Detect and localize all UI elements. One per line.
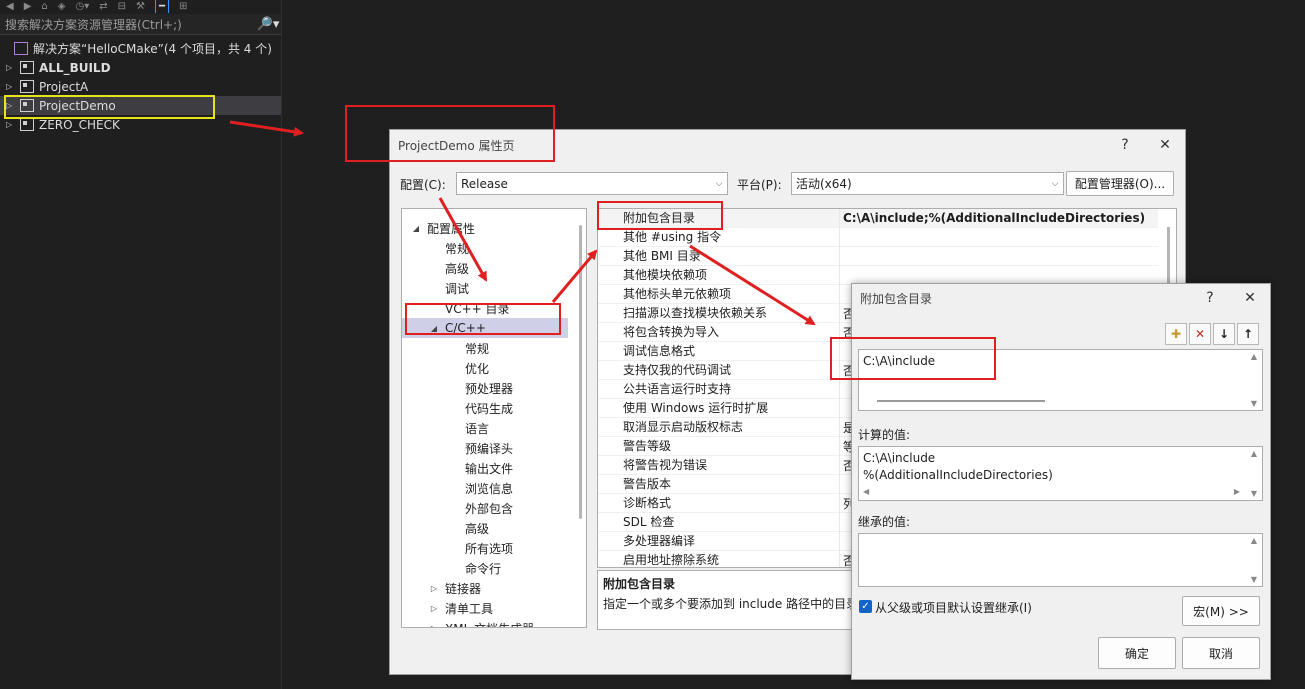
arrow-config-to-cpp (438, 197, 488, 282)
arrow-explorer-to-dialog (229, 120, 304, 137)
annotation-arrows (229, 120, 816, 326)
arrow-include-to-dialog (689, 244, 816, 326)
arrow-cpp-to-include (551, 249, 598, 303)
